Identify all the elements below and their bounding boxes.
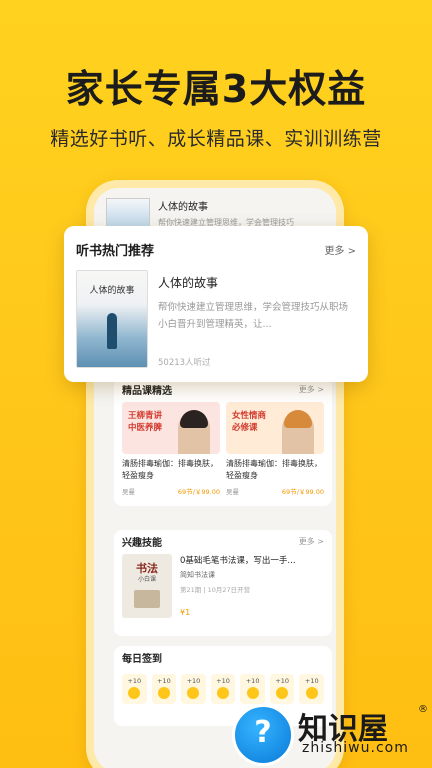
skill-price: ¥1	[180, 608, 191, 617]
coin-icon	[128, 687, 141, 699]
course-tag: 女性情商 必修课	[232, 411, 267, 433]
course-author: 吴曼	[122, 488, 135, 496]
courses-more-link[interactable]: 更多 >	[299, 384, 324, 395]
course-price: 69节/￥99.00	[281, 488, 324, 496]
book-desc: 帮你快速建立管理思维，学会管理技巧从职场小白晋升到管理精英，让...	[158, 302, 349, 330]
audiobook-recommend-card[interactable]: 听书热门推荐 更多 > 人体的故事 人体的故事 帮你快速建立管理思维，学会管理技…	[64, 226, 368, 382]
course-thumbnail: 女性情商 必修课	[226, 402, 324, 454]
course-price: 69节/￥99.00	[177, 488, 220, 496]
skill-info: 第21期 | 10月27日开营	[180, 586, 251, 594]
headline: 家长专属3大权益	[65, 67, 367, 111]
course-thumbnail: 王柳青讲 中医养脾	[122, 402, 220, 454]
skill-cover: 书法 小白课	[122, 554, 172, 618]
courses-section: 精品课精选 更多 > 王柳青讲 中医养脾 清肠排毒瑜伽：排毒换肤，轻盈瘦身 吴曼…	[114, 378, 332, 506]
recommend-more-link[interactable]: 更多 >	[324, 242, 356, 257]
coin-icon	[157, 687, 170, 699]
book-title[interactable]: 人体的故事	[158, 274, 356, 291]
watermark-url: zhishiwu.com	[302, 740, 409, 756]
courses-title: 精品课精选	[122, 385, 172, 397]
course-card[interactable]: 女性情商 必修课 清肠排毒瑜伽：排毒换肤，轻盈瘦身 吴曼 69节/￥99.00	[226, 402, 324, 496]
watermark-question-mark: ?	[254, 715, 272, 750]
coin-icon	[276, 687, 289, 699]
coin-icon	[187, 687, 200, 699]
course-tag: 王柳青讲 中医养脾	[128, 411, 163, 433]
checkin-day[interactable]: +10	[181, 674, 206, 704]
coin-icon	[217, 687, 230, 699]
skills-section: 兴趣技能 更多 > 书法 小白课 0基础毛笔书法课，写出一手... 简知书法课 …	[114, 530, 332, 636]
watermark-logo-icon: ?	[232, 704, 294, 766]
coin-icon	[246, 687, 259, 699]
skill-title: 0基础毛笔书法课，写出一手...	[180, 556, 296, 566]
skills-title: 兴趣技能	[122, 537, 162, 549]
checkin-day[interactable]: +10	[269, 674, 295, 704]
course-name: 清肠排毒瑜伽：排毒换肤，轻盈瘦身	[122, 459, 218, 480]
watermark-registered: ®	[418, 704, 428, 715]
mini-book-title: 人体的故事	[158, 202, 208, 213]
skill-cover-sub: 小白课	[137, 576, 156, 583]
skills-more-link[interactable]: 更多 >	[299, 536, 324, 547]
book-cover[interactable]: 人体的故事	[76, 270, 148, 368]
book-cover-text: 人体的故事	[89, 286, 135, 296]
checkin-title: 每日签到	[122, 653, 162, 665]
skill-item[interactable]: 书法 小白课 0基础毛笔书法课，写出一手... 简知书法课 第21期 | 10月…	[114, 552, 332, 626]
listen-count: 50213人听过	[158, 358, 211, 368]
checkin-day[interactable]: +10	[122, 674, 147, 704]
checkin-day[interactable]: +10	[151, 674, 177, 704]
course-name: 清肠排毒瑜伽：排毒换肤，轻盈瘦身	[226, 459, 322, 480]
checkin-day[interactable]: +10	[299, 674, 325, 704]
course-card[interactable]: 王柳青讲 中医养脾 清肠排毒瑜伽：排毒换肤，轻盈瘦身 吴曼 69节/￥99.00	[122, 402, 220, 496]
skill-sub: 简知书法课	[180, 571, 215, 579]
checkin-day[interactable]: +10	[240, 674, 265, 704]
recommend-title: 听书热门推荐	[76, 244, 155, 259]
coin-icon	[305, 687, 318, 699]
course-author: 吴曼	[226, 488, 239, 496]
checkin-day[interactable]: +10	[210, 674, 236, 704]
subline: 精选好书听、成长精品课、实训训练营	[50, 128, 382, 150]
